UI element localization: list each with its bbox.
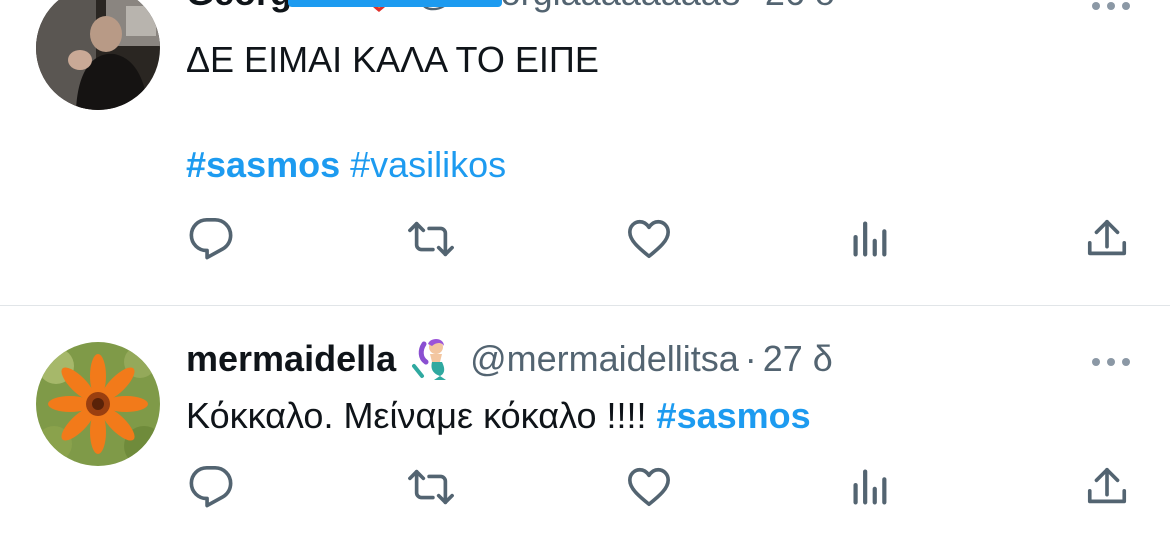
reply-icon [189, 466, 233, 508]
tweet-header: Georgiaa @Georgiaaaaaaaa8 · 26 δ [186, 0, 835, 18]
reply-button[interactable] [186, 214, 236, 264]
heart-icon [628, 219, 670, 259]
reply-button[interactable] [186, 462, 236, 512]
tweet[interactable]: Georgiaa @Georgiaaaaaaaa8 · 26 δ ΔΕ ΕΙΜΑ… [0, 0, 1170, 305]
heart-icon [628, 467, 670, 507]
avatar[interactable] [36, 342, 160, 466]
tweet-hashtags: #sasmos #vasilikos [186, 143, 506, 187]
display-name[interactable]: mermaidella [186, 338, 396, 380]
hashtag-link[interactable]: #vasilikos [350, 144, 506, 185]
share-icon [1087, 467, 1127, 504]
separator-dot: · [747, 0, 759, 14]
mermaid-emoji-icon [410, 338, 456, 380]
tweet-body: Κόκκαλο. Μείναμε κόκαλο !!!! [186, 395, 647, 436]
like-button[interactable] [624, 214, 674, 264]
more-options-icon[interactable] [1092, 358, 1130, 366]
share-button[interactable] [1082, 462, 1132, 512]
reply-icon [189, 218, 233, 260]
user-handle[interactable]: @mermaidellitsa [470, 338, 739, 380]
tweet-text: Κόκκαλο. Μείναμε κόκαλο !!!! #sasmos [186, 394, 811, 438]
tweet-timestamp[interactable]: 27 δ [763, 338, 833, 380]
tweet[interactable]: mermaidella @mermaidellitsa · 27 δ Κόκκα… [0, 306, 1170, 539]
scroll-to-top-indicator[interactable] [288, 0, 502, 7]
retweet-button[interactable] [406, 214, 456, 264]
avatar[interactable] [36, 0, 160, 110]
retweet-icon [408, 469, 454, 505]
tweet-timestamp[interactable]: 26 δ [765, 0, 835, 14]
views-button[interactable] [844, 214, 894, 264]
tweet-text: ΔΕ ΕΙΜΑΙ ΚΑΛΑ ΤΟ ΕΙΠΕ [186, 39, 599, 80]
separator-dot: · [744, 338, 757, 379]
views-button[interactable] [844, 462, 894, 512]
tweet-actions [186, 462, 1146, 512]
hashtag-link[interactable]: #sasmos [657, 395, 811, 436]
tweet-actions [186, 214, 1146, 264]
like-button[interactable] [624, 462, 674, 512]
more-options-icon[interactable] [1092, 2, 1130, 10]
views-icon [853, 221, 887, 257]
share-button[interactable] [1082, 214, 1132, 264]
share-icon [1087, 219, 1127, 256]
views-icon [853, 469, 887, 505]
hashtag-link[interactable]: #sasmos [186, 144, 340, 185]
retweet-icon [408, 221, 454, 257]
retweet-button[interactable] [406, 462, 456, 512]
tweet-header: mermaidella @mermaidellitsa · 27 δ [186, 334, 833, 384]
